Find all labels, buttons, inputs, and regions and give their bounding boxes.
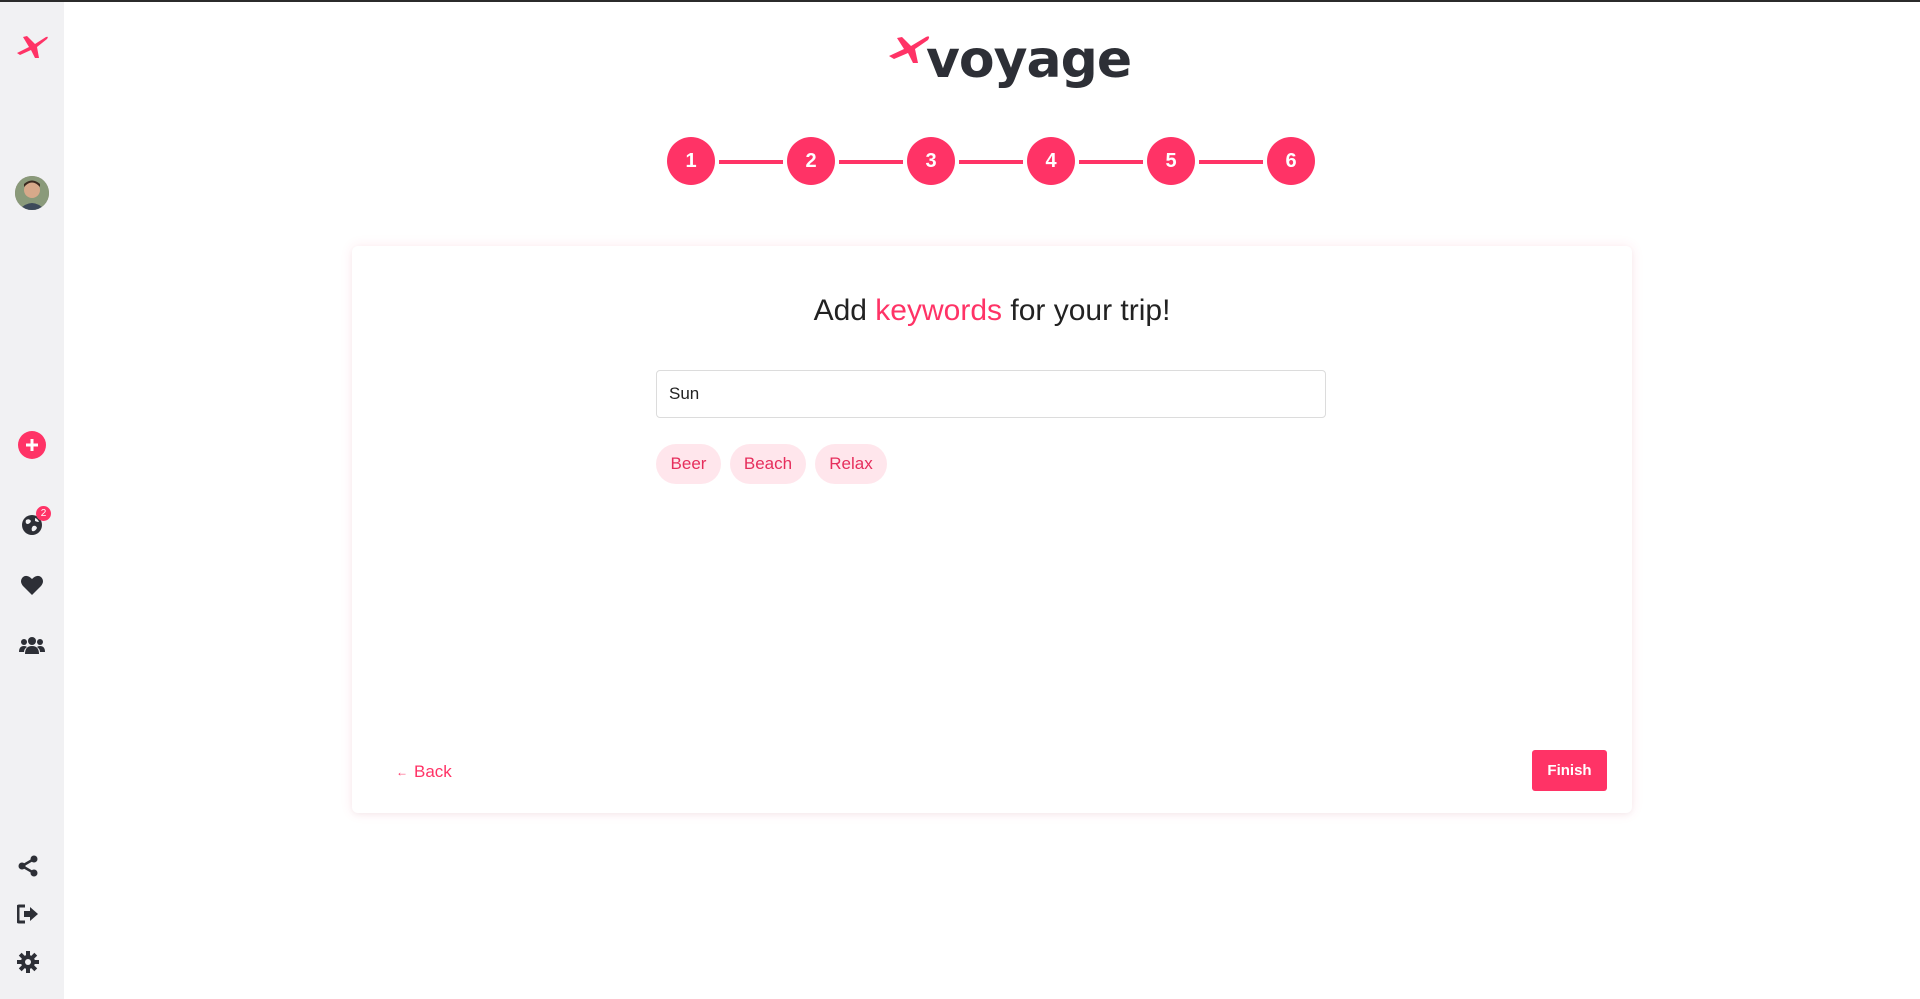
logo-text: voyage bbox=[926, 30, 1132, 90]
voyage-logo: voyage bbox=[888, 30, 1132, 94]
top-border bbox=[0, 0, 1920, 2]
settings-button[interactable] bbox=[0, 942, 56, 982]
heading-accent: keywords bbox=[875, 294, 1003, 327]
logout-icon bbox=[17, 904, 38, 924]
plane-icon[interactable] bbox=[0, 26, 64, 66]
heading-after: for your trip! bbox=[1010, 294, 1171, 327]
trips-button[interactable] bbox=[0, 505, 64, 545]
step-connector bbox=[839, 160, 903, 164]
arrow-left-icon: ← bbox=[396, 765, 408, 779]
add-trip-button[interactable] bbox=[0, 425, 64, 465]
step-connector bbox=[1199, 160, 1263, 164]
avatar[interactable] bbox=[15, 176, 49, 210]
keyword-chip-beach[interactable]: Beach bbox=[730, 444, 806, 484]
step-3[interactable]: 3 bbox=[907, 137, 955, 185]
heart-icon bbox=[21, 575, 43, 595]
keyword-chip-beer[interactable]: Beer bbox=[656, 444, 721, 484]
step-6[interactable]: 6 bbox=[1267, 137, 1315, 185]
keyword-chip-relax[interactable]: Relax bbox=[815, 444, 887, 484]
finish-button[interactable]: Finish bbox=[1532, 750, 1607, 791]
friends-button[interactable] bbox=[0, 625, 64, 665]
favorites-button[interactable] bbox=[0, 565, 64, 605]
page-title: Add keywords for your trip! bbox=[352, 294, 1632, 328]
back-button[interactable]: ← Back bbox=[396, 760, 452, 784]
plus-circle-icon bbox=[18, 431, 46, 459]
heading-before: Add bbox=[813, 294, 867, 327]
share-icon bbox=[18, 855, 38, 877]
step-4[interactable]: 4 bbox=[1027, 137, 1075, 185]
logout-button[interactable] bbox=[0, 894, 56, 934]
users-icon bbox=[19, 637, 45, 654]
keyword-input[interactable] bbox=[656, 370, 1326, 418]
step-connector bbox=[959, 160, 1023, 164]
step-5[interactable]: 5 bbox=[1147, 137, 1195, 185]
stepper: 1 2 3 4 5 6 bbox=[667, 137, 1317, 187]
step-connector bbox=[719, 160, 783, 164]
step-1[interactable]: 1 bbox=[667, 137, 715, 185]
trips-badge: 2 bbox=[36, 506, 51, 521]
sidebar: 2 bbox=[0, 2, 64, 999]
keywords-card: Add keywords for your trip! Beer Beach R… bbox=[352, 246, 1632, 813]
step-connector bbox=[1079, 160, 1143, 164]
back-label: Back bbox=[414, 762, 452, 781]
gear-icon bbox=[17, 951, 39, 973]
step-2[interactable]: 2 bbox=[787, 137, 835, 185]
share-button[interactable] bbox=[0, 846, 56, 886]
